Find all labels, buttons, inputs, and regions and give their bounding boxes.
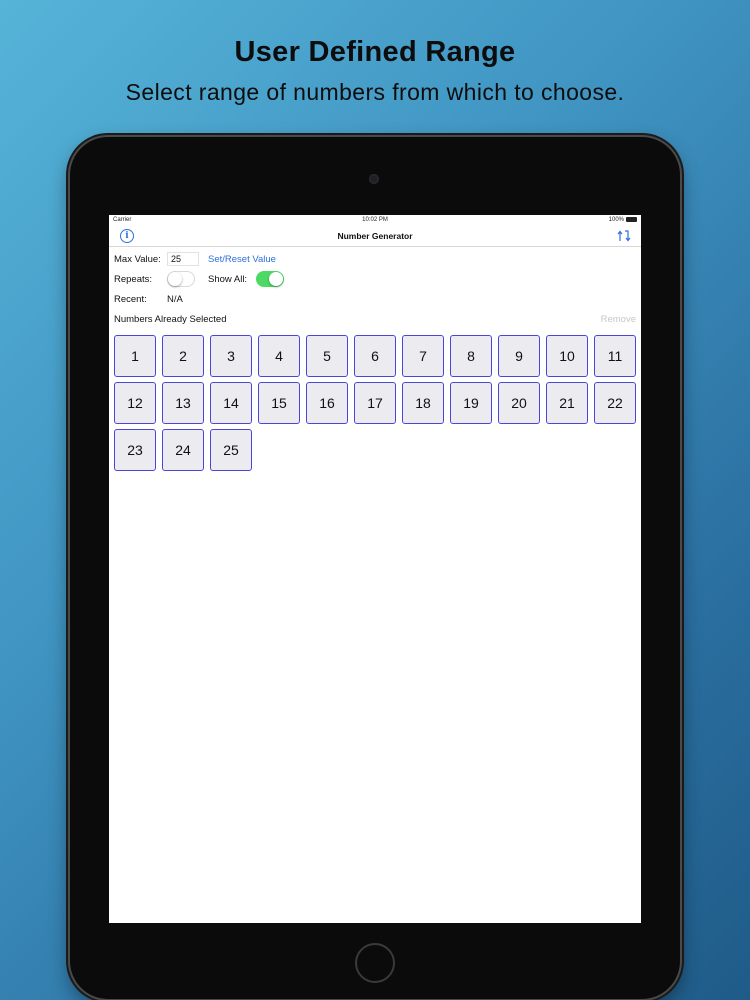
number-cell[interactable]: 24 [162,429,204,471]
number-cell[interactable]: 7 [402,335,444,377]
number-cell[interactable]: 10 [546,335,588,377]
number-cell[interactable]: 9 [498,335,540,377]
camera-dot [369,174,379,184]
number-cell[interactable]: 15 [258,382,300,424]
ipad-frame: Carrier 10:02 PM 100% i Number Generator… [70,137,680,999]
app-screen: Carrier 10:02 PM 100% i Number Generator… [109,215,641,923]
battery-icon [626,217,637,222]
navigation-bar: i Number Generator [109,225,641,247]
remove-button[interactable]: Remove [601,314,636,325]
toggle-knob [269,272,283,286]
nav-title: Number Generator [337,231,413,241]
show-all-toggle[interactable] [256,271,284,287]
number-cell[interactable]: 23 [114,429,156,471]
number-cell[interactable]: 18 [402,382,444,424]
max-value-label: Max Value: [114,254,161,265]
status-bar: Carrier 10:02 PM 100% [109,215,641,225]
max-value-input[interactable]: 25 [167,252,199,266]
home-button[interactable] [355,943,395,983]
number-cell[interactable]: 14 [210,382,252,424]
number-cell[interactable]: 8 [450,335,492,377]
refresh-arrows-icon[interactable] [616,228,632,244]
number-cell[interactable]: 2 [162,335,204,377]
number-cell[interactable]: 22 [594,382,636,424]
number-cell[interactable]: 4 [258,335,300,377]
toggle-knob [168,272,182,286]
number-cell[interactable]: 20 [498,382,540,424]
show-all-label: Show All: [208,274,248,285]
number-cell[interactable]: 16 [306,382,348,424]
number-cell[interactable]: 1 [114,335,156,377]
repeats-label: Repeats: [114,274,153,285]
number-grid: 1 2 3 4 5 6 7 8 9 10 11 12 13 14 15 16 17 18 19 20 21 22 23 24 2… [114,335,636,471]
number-cell[interactable]: 12 [114,382,156,424]
number-cell[interactable]: 3 [210,335,252,377]
number-cell[interactable]: 11 [594,335,636,377]
settings-form: Max Value: 25 Set/Reset Value Repeats: S… [109,247,641,329]
number-cell[interactable]: 21 [546,382,588,424]
number-cell[interactable]: 6 [354,335,396,377]
status-time: 10:02 PM [362,217,388,223]
recent-value: N/A [167,294,183,305]
number-cell[interactable]: 5 [306,335,348,377]
promo-subtitle: Select range of numbers from which to ch… [125,79,625,105]
recent-label: Recent: [114,294,147,305]
number-cell[interactable]: 13 [162,382,204,424]
repeats-toggle[interactable] [167,271,195,287]
number-cell[interactable]: 17 [354,382,396,424]
promo-title: User Defined Range [234,36,516,68]
set-reset-value-button[interactable]: Set/Reset Value [208,254,276,265]
battery-percent: 100% [608,217,624,223]
numbers-selected-header: Numbers Already Selected [114,314,227,325]
number-cell[interactable]: 19 [450,382,492,424]
number-cell[interactable]: 25 [210,429,252,471]
